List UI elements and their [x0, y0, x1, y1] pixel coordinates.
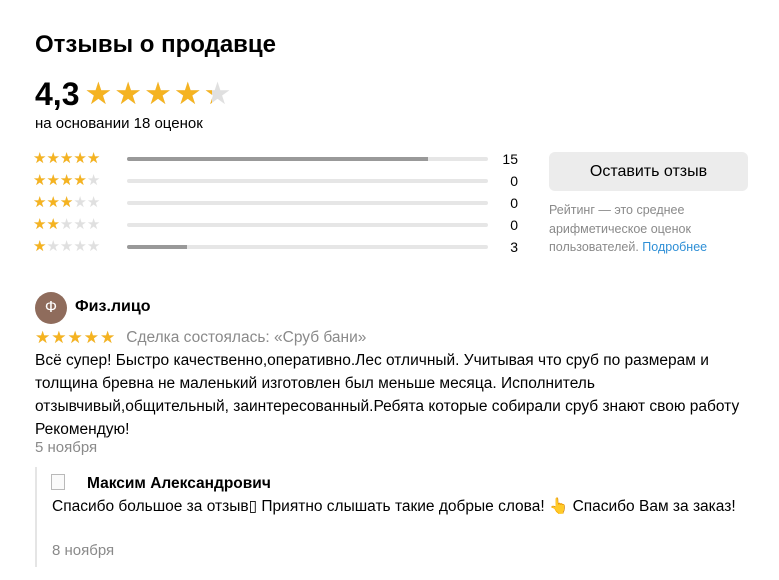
star-icon: ★★ [100, 327, 116, 347]
avatar: Ф [35, 292, 67, 324]
distribution-row-2: ★★★★★★★★★★ 0 [33, 217, 523, 234]
star-icon: ★★ [46, 216, 60, 233]
star-icon: ★★ [59, 194, 74, 211]
distribution-bar-fill [127, 157, 428, 161]
star-icon: ★★ [46, 150, 60, 167]
star-icon: ★★ [51, 327, 67, 347]
rating-value: 4,3 [35, 75, 80, 112]
star-icon: ★★ [73, 150, 87, 167]
star-icon: ★★ [73, 238, 87, 255]
star-icon: ★★ [33, 172, 47, 189]
star-icon: ★★ [86, 172, 101, 189]
review-stars: ★ ★ ★ ★ ★ ★ ★ ★ ★ ★ [35, 327, 116, 348]
star-icon: ★★ [86, 216, 101, 233]
distribution-bar [127, 245, 488, 249]
overall-rating: 4,3 ★★★★★★★★★★ [35, 74, 233, 114]
star-icon: ★★ [59, 150, 74, 167]
star-icon: ★★ [86, 150, 101, 167]
broken-image-icon [51, 474, 65, 490]
star-icon: ★★ [33, 194, 47, 211]
star-icon: ★★ [33, 238, 47, 255]
distribution-bar-fill [127, 245, 188, 249]
row-stars: ★★★★★★★★★★ [33, 151, 100, 167]
reviewer-name: Физ.лицо [75, 298, 151, 315]
star-icon: ★★ [73, 216, 87, 233]
star-icon: ★★ [33, 216, 47, 233]
rating-count-text: на основании 18 оценок [35, 115, 203, 132]
star-icon: ★★ [35, 327, 51, 347]
rating-stars: ★★★★★★★★★★ [84, 76, 233, 112]
review-date: 5 ноября [35, 439, 98, 456]
star-icon: ★★ [59, 238, 74, 255]
more-info-link[interactable]: Подробнее [642, 240, 707, 254]
distribution-bar [127, 223, 488, 227]
star-icon: ★★ [33, 150, 47, 167]
star-icon: ★★ [83, 327, 99, 347]
review-text: Всё супер! Быстро качественно,оперативно… [35, 352, 740, 438]
star-icon: ★★ [73, 194, 87, 211]
distribution-bar [127, 179, 488, 183]
row-stars: ★★★★★★★★★★ [33, 239, 100, 255]
leave-review-button[interactable]: Оставить отзыв [549, 152, 748, 191]
rating-note: Рейтинг — это среднее арифметическое оце… [549, 201, 749, 257]
star-icon: ★★ [86, 238, 101, 255]
star-icon: ★★ [46, 172, 60, 189]
star-icon: ★★ [67, 327, 83, 347]
star-icon: ★★ [46, 238, 60, 255]
distribution-count: 15 [502, 151, 518, 167]
row-stars: ★★★★★★★★★★ [33, 173, 100, 189]
distribution-row-3: ★★★★★★★★★★ 0 [33, 195, 523, 212]
distribution-count: 0 [510, 217, 518, 233]
review-meta: ★ ★ ★ ★ ★ ★ ★ ★ ★ ★ Сделка состоялась: «Сруб бани… [35, 327, 367, 348]
star-icon: ★★ [114, 76, 143, 111]
row-stars: ★★★★★★★★★★ [33, 195, 100, 211]
star-icon: ★★ [203, 76, 232, 111]
star-icon: ★★ [144, 76, 172, 111]
distribution-count: 3 [510, 239, 518, 255]
distribution-row-5: ★ ★ ★ ★ ★ ★ ★ ★ ★ ★ 15 [33, 151, 523, 168]
distribution-bar [127, 157, 488, 161]
star-icon: ★★ [84, 76, 113, 111]
distribution-count: 0 [510, 173, 518, 189]
star-icon: ★★ [173, 76, 202, 111]
distribution-count: 0 [510, 195, 518, 211]
distribution-row-4: ★★★★★★★★★★ 0 [33, 173, 523, 190]
distribution-bar [127, 201, 488, 205]
star-icon: ★★ [59, 172, 74, 189]
seller-reply: Максим Александрович Спасибо большое за … [35, 467, 757, 567]
deal-info: Сделка состоялась: «Сруб бани» [126, 329, 367, 346]
star-icon: ★★ [59, 216, 74, 233]
reply-text: Спасибо большое за отзыв▯ Приятно слышат… [52, 498, 736, 515]
distribution-row-1: ★★★★★★★★★★ 3 [33, 239, 523, 256]
page-title: Отзывы о продавце [35, 31, 277, 58]
row-stars: ★★★★★★★★★★ [33, 217, 100, 233]
reply-author: Максим Александрович [87, 475, 271, 492]
star-icon: ★★ [46, 194, 60, 211]
reply-date: 8 ноября [52, 542, 115, 559]
star-icon: ★★ [86, 194, 101, 211]
star-icon: ★★ [73, 172, 87, 189]
